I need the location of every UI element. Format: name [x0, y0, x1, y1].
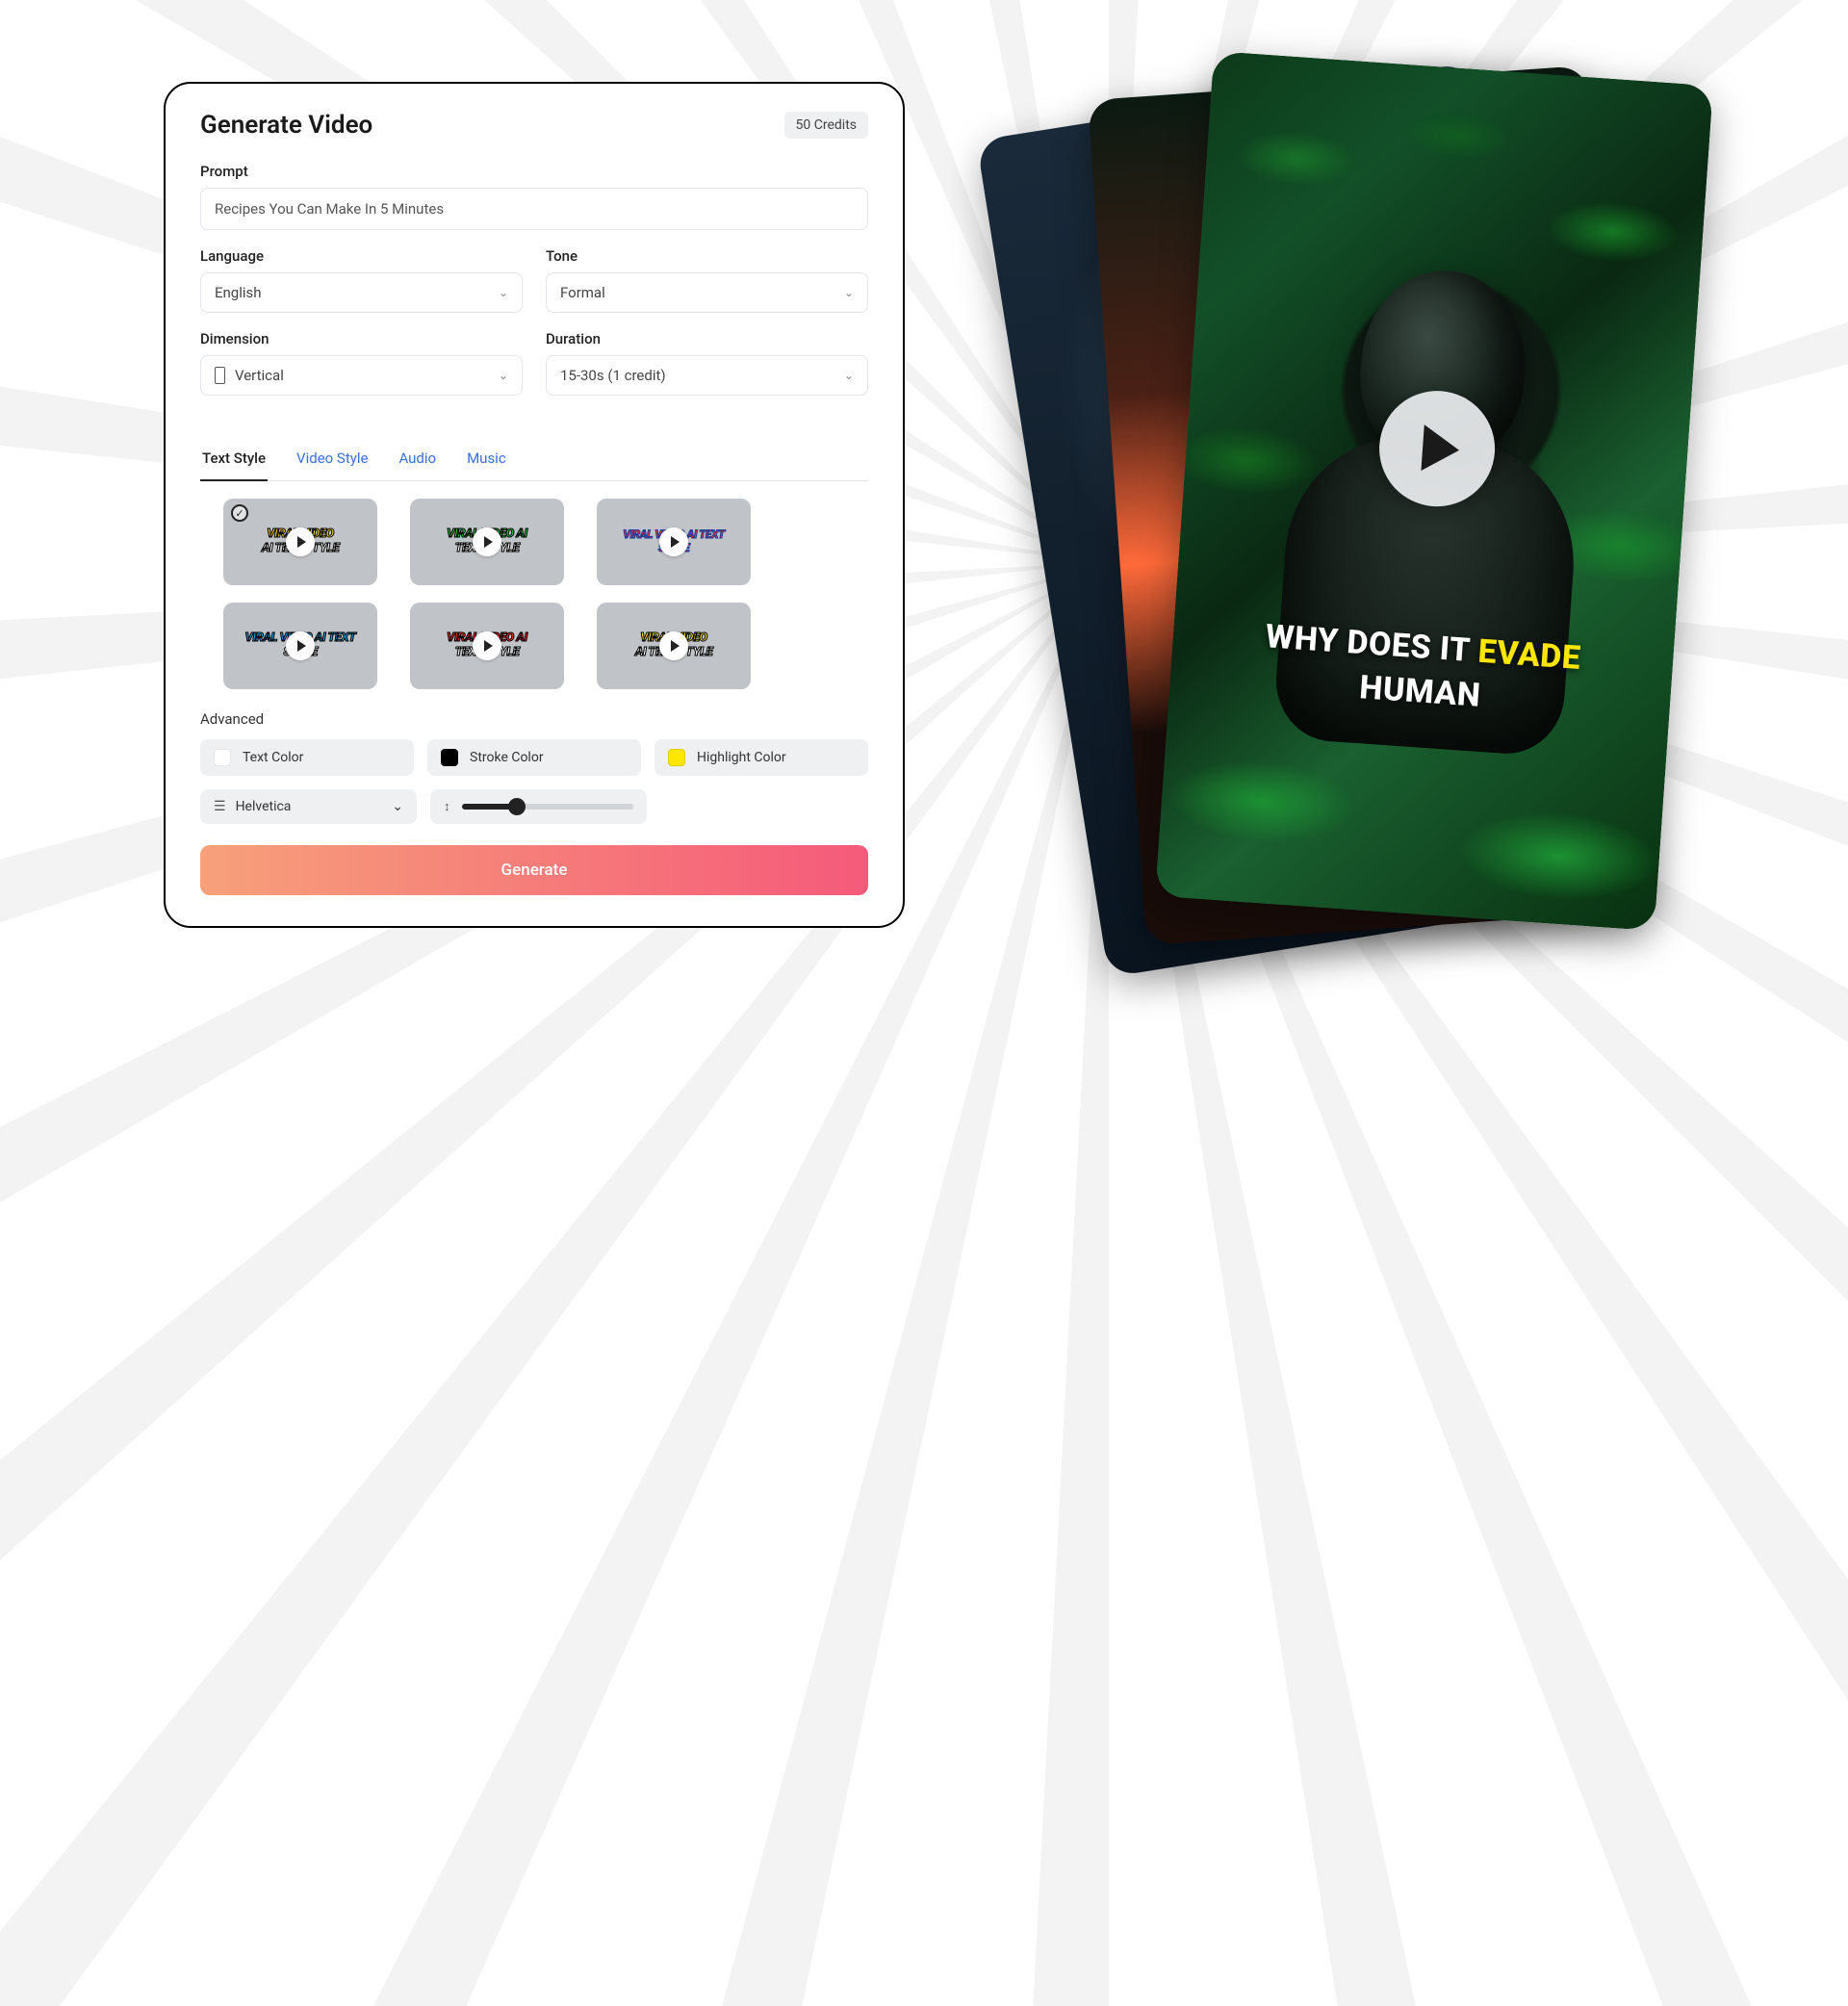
- duration-value: 15-30s (1 credit): [560, 367, 666, 384]
- text-color-picker[interactable]: Text Color: [200, 739, 414, 776]
- text-color-label: Text Color: [243, 750, 303, 765]
- panel-header: Generate Video 50 Credits: [200, 111, 868, 140]
- duration-label: Duration: [546, 330, 868, 347]
- generate-button[interactable]: Generate: [200, 845, 868, 895]
- generate-video-panel: Generate Video 50 Credits Prompt Languag…: [164, 82, 905, 928]
- font-icon: ☰: [214, 799, 226, 814]
- dimension-value: Vertical: [235, 367, 284, 384]
- preview-card-front[interactable]: WHY DOES IT EVADE HUMAN: [1155, 51, 1713, 931]
- text-color-swatch: [214, 749, 231, 766]
- language-value: English: [215, 284, 262, 301]
- text-style-option[interactable]: VIRAL VIDEO AI TEXTSTYLE: [223, 603, 377, 689]
- tone-value: Formal: [560, 284, 605, 301]
- play-icon[interactable]: [659, 527, 688, 556]
- highlight-color-picker[interactable]: Highlight Color: [654, 739, 868, 776]
- highlight-color-label: Highlight Color: [697, 750, 786, 765]
- font-select[interactable]: ☰ Helvetica ⌄: [200, 789, 417, 824]
- prompt-label: Prompt: [200, 163, 868, 180]
- prompt-input[interactable]: [200, 188, 868, 230]
- slider-thumb[interactable]: [508, 798, 526, 815]
- language-select[interactable]: English ⌄: [200, 272, 523, 313]
- highlight-color-swatch: [668, 749, 685, 766]
- text-style-option[interactable]: VIRAL VIDEOAI TEXT STYLE: [597, 603, 751, 689]
- tab-video-style[interactable]: Video Style: [295, 440, 370, 480]
- slider-track[interactable]: [462, 804, 634, 810]
- stroke-color-swatch: [441, 749, 458, 766]
- vertical-icon: [215, 367, 225, 384]
- tab-text-style[interactable]: Text Style: [200, 440, 268, 480]
- text-style-option[interactable]: VIRAL VIDEO AITEXT STYLE: [410, 499, 564, 585]
- credits-badge: 50 Credits: [784, 112, 868, 139]
- dimension-select[interactable]: Vertical ⌄: [200, 355, 523, 396]
- text-style-option[interactable]: VIRAL VIDEO AI TEXTSTYLE: [597, 499, 751, 585]
- style-tabs: Text Style Video Style Audio Music: [200, 440, 868, 481]
- dimension-label: Dimension: [200, 330, 523, 347]
- prompt-field: Prompt: [200, 163, 868, 230]
- check-icon: ✓: [231, 504, 248, 522]
- tab-audio[interactable]: Audio: [397, 440, 438, 480]
- play-icon[interactable]: [286, 527, 315, 556]
- duration-select[interactable]: 15-30s (1 credit) ⌄: [546, 355, 868, 396]
- tab-music[interactable]: Music: [465, 440, 508, 480]
- play-icon[interactable]: [473, 631, 501, 660]
- language-label: Language: [200, 247, 523, 265]
- size-icon: ↕: [444, 799, 450, 814]
- chevron-down-icon: ⌄: [499, 286, 508, 299]
- play-icon[interactable]: [286, 631, 315, 660]
- font-size-slider[interactable]: ↕: [430, 789, 647, 824]
- chevron-down-icon: ⌄: [844, 286, 854, 299]
- tone-select[interactable]: Formal ⌄: [546, 272, 868, 313]
- tone-label: Tone: [546, 247, 868, 265]
- stroke-color-label: Stroke Color: [470, 750, 544, 765]
- chevron-down-icon: ⌄: [499, 369, 508, 382]
- text-style-option[interactable]: VIRAL VIDEO AITEXT STYLE: [410, 603, 564, 689]
- advanced-label: Advanced: [200, 710, 868, 728]
- chevron-down-icon: ⌄: [844, 369, 854, 382]
- panel-title: Generate Video: [200, 111, 372, 140]
- chevron-down-icon: ⌄: [392, 799, 403, 814]
- stroke-color-picker[interactable]: Stroke Color: [427, 739, 641, 776]
- font-value: Helvetica: [236, 799, 292, 814]
- play-icon[interactable]: [659, 631, 688, 660]
- preview-stack: WHY DOES IT EVADE HUMAN: [1040, 58, 1848, 1020]
- text-style-option[interactable]: ✓ VIRAL VIDEOAI TEXT STYLE: [223, 499, 377, 585]
- play-icon[interactable]: [473, 527, 501, 556]
- text-style-grid: ✓ VIRAL VIDEOAI TEXT STYLE VIRAL VIDEO A…: [200, 499, 868, 689]
